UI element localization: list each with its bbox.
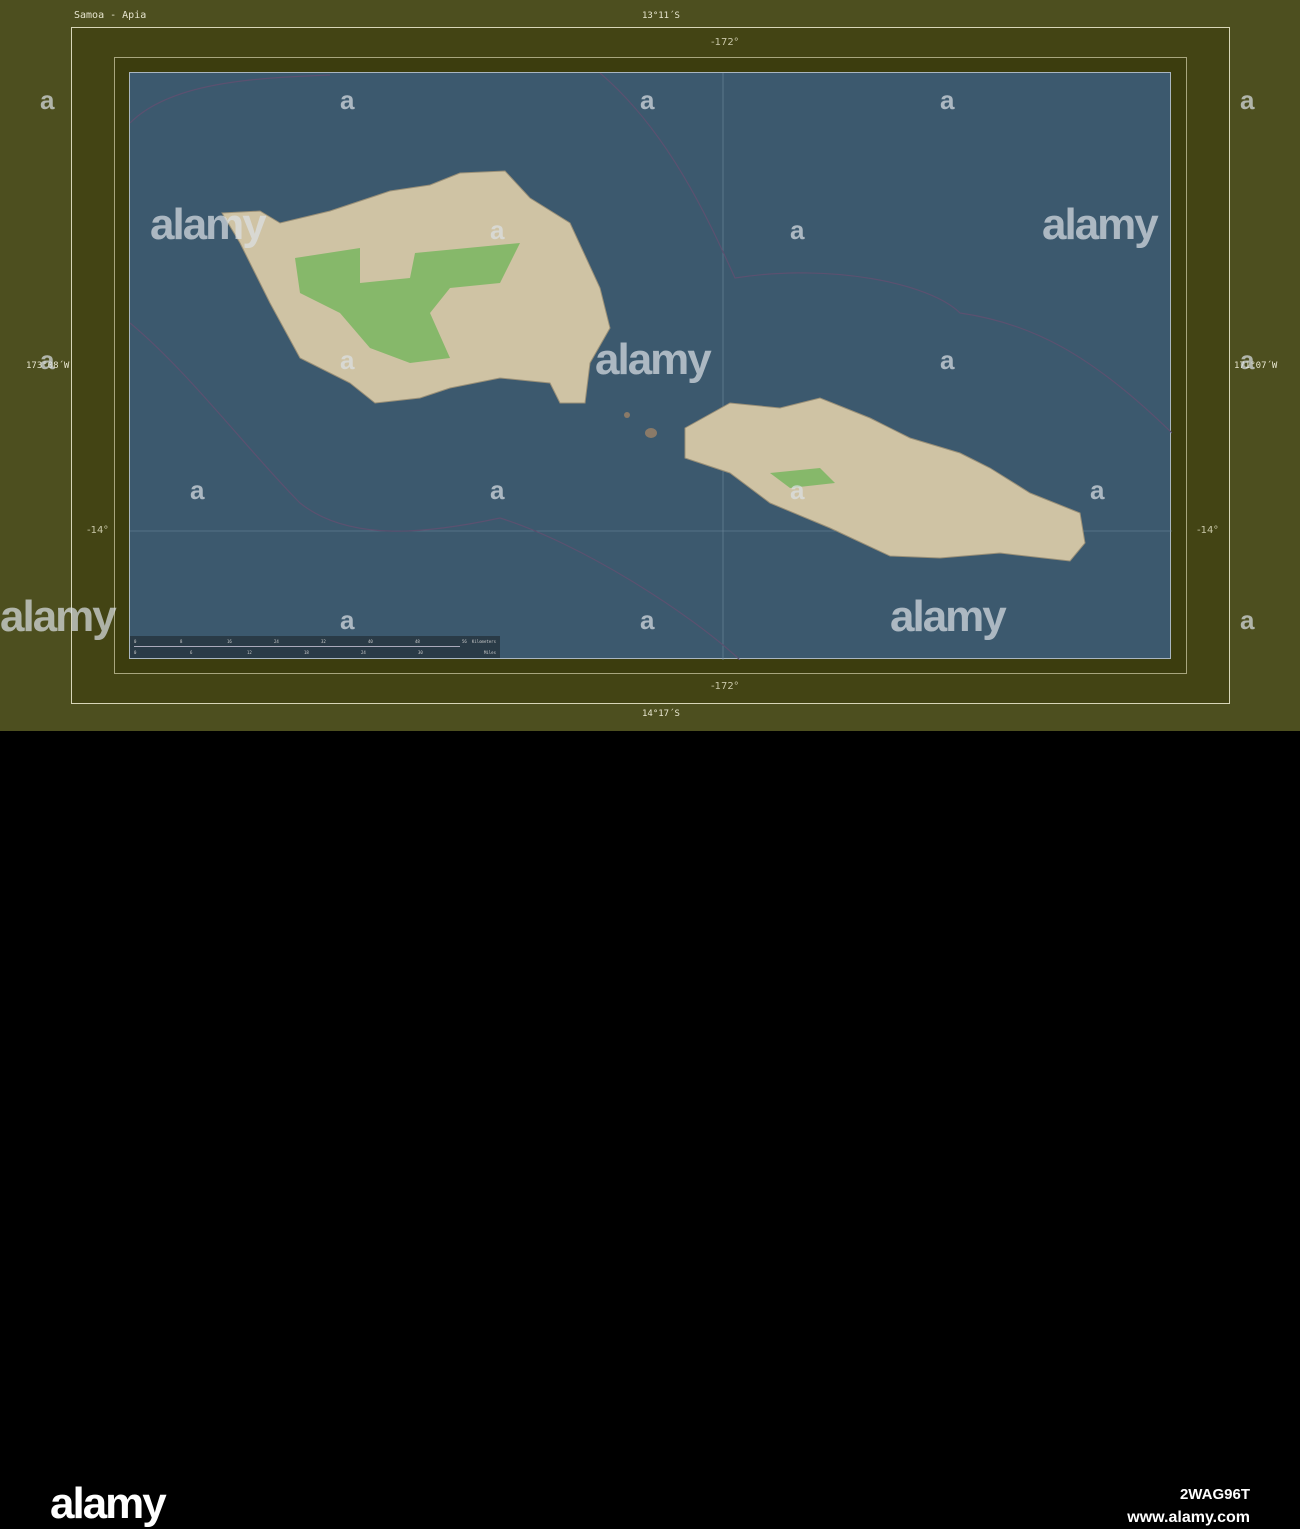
- scale-mi-tick: 0: [134, 650, 137, 655]
- scale-km-tick: 24: [274, 639, 279, 644]
- watermark-letter: a: [790, 215, 805, 245]
- scale-km-tick: 40: [368, 639, 373, 644]
- eez-boundary: [129, 74, 331, 124]
- scale-mi-tick: 12: [247, 650, 252, 655]
- scale-km-tick: 56: [462, 639, 467, 644]
- scale-bar: Kilometers Miles 0 8 16 24 32 40 48 56 0…: [130, 636, 500, 658]
- grid-lat-right: -14°: [1197, 525, 1219, 536]
- scale-km-tick: 0: [134, 639, 137, 644]
- scale-mi-tick: 30: [418, 650, 423, 655]
- watermark-letter: a: [490, 215, 505, 245]
- watermark: alamy: [1042, 200, 1159, 249]
- watermark-letter: a: [490, 475, 505, 505]
- scale-km-tick: 48: [415, 639, 420, 644]
- watermark-letter: a: [190, 475, 205, 505]
- scale-mi-tick: 24: [361, 650, 366, 655]
- map-title: Samoa - Apia: [74, 10, 147, 21]
- footer-bar: alamy 2WAG96T www.alamy.com: [0, 731, 1300, 1528]
- watermark: alamy: [0, 592, 117, 641]
- scale-km-tick: 8: [180, 639, 183, 644]
- coord-bottom: 14°17´S: [642, 709, 680, 719]
- watermark-letter: a: [340, 85, 355, 115]
- grid-lon-bottom: -172°: [711, 681, 739, 692]
- islet: [624, 412, 630, 418]
- watermark-letter: a: [1240, 85, 1255, 115]
- watermark-letter: a: [40, 345, 55, 375]
- watermark: alamy: [890, 592, 1007, 641]
- watermark: alamy: [595, 335, 712, 384]
- watermark-letter: a: [340, 345, 355, 375]
- map-frame: Samoa - Apia 13°11´S 14°17´S 173°08´W 17…: [0, 0, 1300, 731]
- watermark-letter: a: [640, 85, 655, 115]
- image-id: 2WAG96T: [1179, 1486, 1250, 1503]
- watermark-letter: a: [790, 475, 805, 505]
- watermark-letter: a: [1090, 475, 1105, 505]
- watermark-letter: a: [1240, 345, 1255, 375]
- watermark-letter: a: [940, 85, 955, 115]
- watermark: alamy: [150, 200, 267, 249]
- scale-km-tick: 32: [321, 639, 326, 644]
- grid-lat-left: -14°: [87, 525, 109, 536]
- watermark-letter: a: [640, 605, 655, 635]
- scale-mi-tick: 6: [190, 650, 193, 655]
- scale-km-label: Kilometers: [471, 639, 496, 644]
- grid-lon-top: -172°: [711, 37, 739, 48]
- watermark-letter: a: [340, 605, 355, 635]
- alamy-logo: alamy: [50, 1479, 167, 1528]
- scale-mi-tick: 18: [304, 650, 309, 655]
- coord-top: 13°11´S: [642, 11, 680, 21]
- scale-mi-label: Miles: [483, 650, 496, 655]
- watermark-letter: a: [940, 345, 955, 375]
- scale-km-tick: 16: [227, 639, 232, 644]
- islet: [645, 428, 657, 438]
- watermark-letter: a: [1240, 605, 1255, 635]
- island-upolu: [684, 397, 1086, 562]
- watermark-letter: a: [40, 85, 55, 115]
- site-url[interactable]: www.alamy.com: [1127, 1509, 1250, 1527]
